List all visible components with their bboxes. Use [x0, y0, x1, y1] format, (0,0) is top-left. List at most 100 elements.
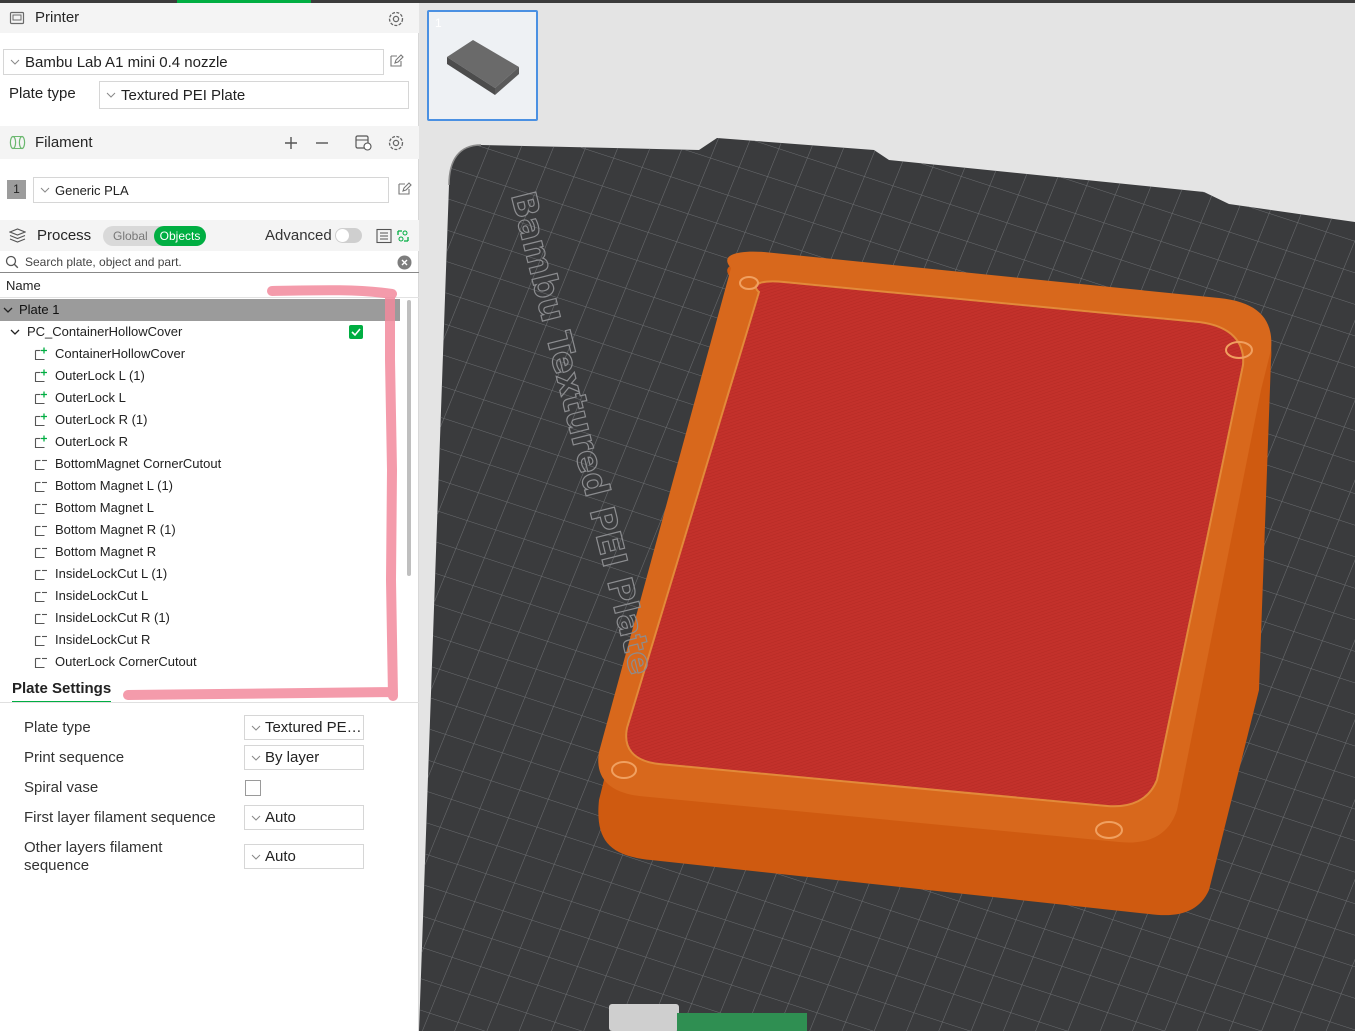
other-layers-sequence-dropdown[interactable]: Auto	[244, 844, 364, 869]
filament-preset-dropdown[interactable]: Generic PLA	[33, 177, 389, 203]
part-row[interactable]: InsideLockCut L	[0, 585, 400, 607]
filament-slot-number: 1	[13, 182, 20, 196]
part-added-icon	[34, 347, 48, 361]
part-negative-icon	[34, 523, 48, 537]
plate-thumbnail-preview	[447, 40, 519, 95]
other-layers-sequence-value: Auto	[265, 848, 296, 865]
part-negative-icon	[34, 545, 48, 559]
process-section-title: Process	[37, 227, 92, 244]
advanced-switch[interactable]	[335, 228, 362, 243]
clear-search-icon[interactable]	[397, 255, 412, 270]
plate-thumbnail[interactable]: 1	[427, 10, 538, 121]
chevron-down-icon	[40, 187, 52, 193]
part-row[interactable]: Bottom Magnet R	[0, 541, 400, 563]
printer-preset-value: Bambu Lab A1 mini 0.4 nozzle	[25, 53, 228, 71]
part-label: OuterLock L	[55, 390, 126, 405]
part-row[interactable]: OuterLock R	[0, 431, 400, 453]
chevron-down-icon	[106, 92, 118, 98]
part-added-icon	[34, 369, 48, 383]
filament-slot-badge[interactable]: 1	[7, 180, 26, 199]
remove-filament-icon[interactable]	[314, 135, 330, 151]
part-row[interactable]: OuterLock R (1)	[0, 409, 400, 431]
collapse-chevron-icon[interactable]	[10, 328, 20, 336]
part-row[interactable]: InsideLockCut R	[0, 629, 400, 651]
chevron-down-icon	[251, 755, 263, 761]
print-sequence-dropdown[interactable]: By layer	[244, 745, 364, 770]
part-added-icon	[34, 391, 48, 405]
spiral-vase-checkbox[interactable]	[245, 780, 261, 796]
part-label: InsideLockCut R (1)	[55, 610, 170, 625]
search-input[interactable]: Search plate, object and part.	[25, 255, 182, 269]
divider	[0, 702, 419, 703]
plate-type-value: Textured PEI Plate	[121, 86, 246, 104]
part-label: OuterLock CornerCutout	[55, 654, 197, 669]
edit-filament-icon[interactable]	[396, 181, 412, 197]
compare-icon[interactable]	[396, 228, 410, 244]
part-label: InsideLockCut R	[55, 632, 151, 647]
part-row[interactable]: Bottom Magnet R (1)	[0, 519, 400, 541]
filament-icon	[9, 135, 26, 150]
chevron-down-icon	[251, 725, 263, 731]
first-layer-sequence-label: First layer filament sequence	[24, 809, 216, 826]
global-objects-toggle[interactable]: Global Objects	[103, 226, 206, 246]
printer-preset-dropdown[interactable]: Bambu Lab A1 mini 0.4 nozzle	[3, 49, 384, 75]
other-layers-sequence-label: Other layers filament	[24, 839, 163, 856]
add-filament-icon[interactable]	[283, 135, 299, 151]
toggle-objects[interactable]: Objects	[154, 226, 206, 246]
collapse-chevron-icon[interactable]	[3, 306, 13, 314]
other-layers-sequence-label-2: sequence	[24, 857, 90, 874]
part-row[interactable]: Bottom Magnet L	[0, 497, 400, 519]
part-row[interactable]: InsideLockCut L (1)	[0, 563, 400, 585]
part-added-icon	[34, 413, 48, 427]
filament-sync-icon[interactable]	[354, 133, 373, 152]
process-layers-icon	[9, 228, 26, 243]
list-view-icon[interactable]	[376, 228, 392, 244]
part-row[interactable]: InsideLockCut R (1)	[0, 607, 400, 629]
filament-section-title: Filament	[35, 134, 93, 151]
plate-row[interactable]: Plate 1	[0, 299, 400, 321]
part-negative-icon	[34, 655, 48, 669]
part-negative-icon	[34, 501, 48, 515]
active-tab-indicator	[177, 0, 311, 3]
first-layer-sequence-dropdown[interactable]: Auto	[244, 805, 364, 830]
part-row[interactable]: Bottom Magnet L (1)	[0, 475, 400, 497]
filament-section-header: Filament	[0, 126, 419, 159]
part-negative-icon	[34, 567, 48, 581]
part-added-icon	[34, 435, 48, 449]
filament-preset-value: Generic PLA	[55, 182, 129, 198]
plate-thumbnail-number: 1	[435, 16, 442, 30]
part-row[interactable]: OuterLock L (1)	[0, 365, 400, 387]
part-negative-icon	[34, 633, 48, 647]
ps-plate-type-value: Textured PEI...	[264, 719, 363, 736]
filament-settings-gear-icon[interactable]	[387, 134, 405, 152]
switch-knob	[336, 229, 349, 242]
part-label: Bottom Magnet L	[55, 500, 154, 515]
part-label: OuterLock L (1)	[55, 368, 145, 383]
printer-settings-gear-icon[interactable]	[387, 10, 405, 28]
first-layer-sequence-value: Auto	[265, 809, 296, 826]
tree-scrollbar[interactable]	[407, 300, 411, 576]
part-row[interactable]: ContainerHollowCover	[0, 343, 400, 365]
bed-bottom-logo	[609, 1004, 679, 1031]
part-row[interactable]: OuterLock L	[0, 387, 400, 409]
edit-printer-icon[interactable]	[388, 53, 404, 69]
build-plate-scene[interactable]: Bambu Textured PEI Plate	[419, 0, 1355, 1031]
object-search-bar[interactable]: Search plate, object and part.	[0, 252, 419, 273]
printer-icon	[9, 10, 25, 26]
part-label: Bottom Magnet R	[55, 544, 157, 559]
ps-plate-type-dropdown[interactable]: Textured PEI...	[244, 715, 364, 740]
printer-section-header: Printer	[0, 3, 419, 33]
object-row[interactable]: PC_ContainerHollowCover	[0, 321, 400, 343]
plate-type-dropdown[interactable]: Textured PEI Plate	[99, 81, 409, 109]
part-negative-icon	[34, 589, 48, 603]
toggle-global[interactable]: Global	[113, 229, 148, 243]
part-row[interactable]: BottomMagnet CornerCutout	[0, 453, 400, 475]
object-tree: Name Plate 1 PC_ContainerHollowCover Con…	[0, 276, 419, 676]
tab-plate-settings[interactable]: Plate Settings	[12, 680, 112, 703]
3d-viewport[interactable]: Bambu Textured PEI Plate	[419, 0, 1355, 1031]
part-row[interactable]: OuterLock CornerCutout	[0, 651, 400, 673]
advanced-label: Advanced	[265, 227, 332, 244]
part-label: InsideLockCut L	[55, 588, 149, 603]
part-negative-icon	[34, 611, 48, 625]
object-visible-checkbox[interactable]	[349, 325, 363, 339]
